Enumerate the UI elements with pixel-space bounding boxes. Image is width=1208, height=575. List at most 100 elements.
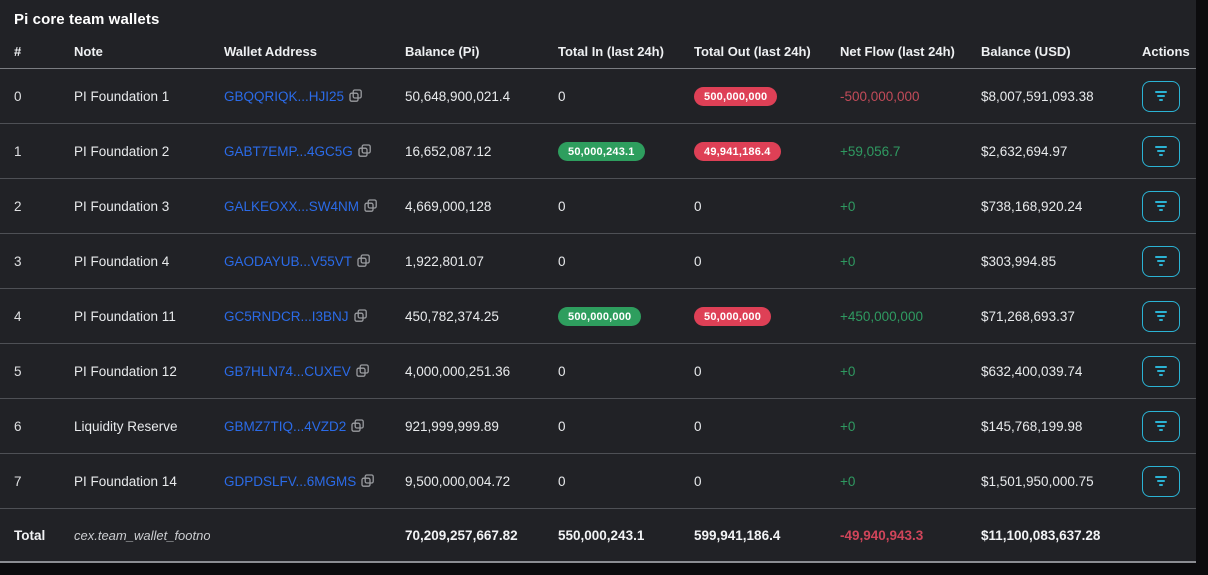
cell-net-flow: +0: [826, 399, 967, 454]
cell-actions: [1128, 124, 1196, 179]
col-header-total-in: Total In (last 24h): [544, 34, 680, 69]
copy-icon[interactable]: [361, 474, 375, 488]
net-flow-value: +0: [840, 254, 855, 269]
filter-action-button[interactable]: [1142, 356, 1180, 387]
wallet-address-link[interactable]: GBMZ7TIQ...4VZD2: [224, 419, 346, 434]
cell-index: 0: [0, 69, 60, 124]
filter-action-button[interactable]: [1142, 81, 1180, 112]
cell-index: 4: [0, 289, 60, 344]
total-balance-pi: 70,209,257,667.82: [391, 509, 544, 562]
cell-wallet-address: GDPDSLFV...6MGMS: [210, 454, 391, 509]
cell-balance-usd: $1,501,950,000.75: [967, 454, 1128, 509]
filter-lines-icon: [1155, 146, 1167, 148]
cell-wallet-address: GBQQRIQK...HJI25: [210, 69, 391, 124]
filter-action-button[interactable]: [1142, 301, 1180, 332]
cell-balance-pi: 450,782,374.25: [391, 289, 544, 344]
cell-wallet-address: GBMZ7TIQ...4VZD2: [210, 399, 391, 454]
total-out-value: 0: [694, 364, 702, 379]
cell-total-out: 0: [680, 179, 826, 234]
cell-note: PI Foundation 14: [60, 454, 210, 509]
total-in-value: 0: [558, 89, 566, 104]
col-header-balance-usd: Balance (USD): [967, 34, 1128, 69]
cell-balance-usd: $145,768,199.98: [967, 399, 1128, 454]
total-net-flow: -49,940,943.3: [826, 509, 967, 562]
filter-lines-icon: [1155, 201, 1167, 203]
cell-index: 6: [0, 399, 60, 454]
cell-total-out: 0: [680, 399, 826, 454]
wallet-address-link[interactable]: GABT7EMP...4GC5G: [224, 144, 353, 159]
cell-balance-pi: 4,000,000,251.36: [391, 344, 544, 399]
wallet-address-link[interactable]: GBQQRIQK...HJI25: [224, 89, 344, 104]
total-out-badge: 500,000,000: [694, 87, 777, 106]
copy-icon[interactable]: [351, 419, 365, 433]
cell-actions: [1128, 234, 1196, 289]
cell-note: PI Foundation 11: [60, 289, 210, 344]
table-row: 5 PI Foundation 12 GB7HLN74...CUXEV 4,00…: [0, 344, 1196, 399]
cell-net-flow: +450,000,000: [826, 289, 967, 344]
filter-action-button[interactable]: [1142, 246, 1180, 277]
cell-wallet-address: GC5RNDCR...I3BNJ: [210, 289, 391, 344]
cell-balance-pi: 1,922,801.07: [391, 234, 544, 289]
copy-icon[interactable]: [356, 364, 370, 378]
cell-net-flow: -500,000,000: [826, 69, 967, 124]
copy-icon[interactable]: [358, 144, 372, 158]
filter-action-button[interactable]: [1142, 136, 1180, 167]
cell-balance-usd: $738,168,920.24: [967, 179, 1128, 234]
copy-icon[interactable]: [354, 309, 368, 323]
total-out-value: 0: [694, 254, 702, 269]
cell-balance-pi: 4,669,000,128: [391, 179, 544, 234]
total-out-value: 0: [694, 474, 702, 489]
filter-lines-icon: [1155, 91, 1167, 93]
team-wallets-panel: Pi core team wallets # Note Wallet Addre…: [0, 0, 1196, 563]
cell-note: PI Foundation 12: [60, 344, 210, 399]
net-flow-value: +0: [840, 474, 855, 489]
cell-index: 7: [0, 454, 60, 509]
filter-lines-icon: [1155, 366, 1167, 368]
filter-action-button[interactable]: [1142, 466, 1180, 497]
cell-balance-usd: $71,268,693.37: [967, 289, 1128, 344]
cell-balance-pi: 9,500,000,004.72: [391, 454, 544, 509]
copy-icon[interactable]: [364, 199, 378, 213]
cell-wallet-address: GALKEOXX...SW4NM: [210, 179, 391, 234]
cell-note: Liquidity Reserve: [60, 399, 210, 454]
total-balance-usd: $11,100,083,637.28: [967, 509, 1128, 562]
col-header-index: #: [0, 34, 60, 69]
total-out: 599,941,186.4: [680, 509, 826, 562]
table-row: 6 Liquidity Reserve GBMZ7TIQ...4VZD2 921…: [0, 399, 1196, 454]
filter-lines-icon: [1155, 476, 1167, 478]
wallet-address-link[interactable]: GC5RNDCR...I3BNJ: [224, 309, 349, 324]
cell-net-flow: +0: [826, 344, 967, 399]
table-row: 0 PI Foundation 1 GBQQRIQK...HJI25 50,64…: [0, 69, 1196, 124]
cell-wallet-address: GABT7EMP...4GC5G: [210, 124, 391, 179]
wallet-address-link[interactable]: GDPDSLFV...6MGMS: [224, 474, 356, 489]
table-row: 3 PI Foundation 4 GAODAYUB...V55VT 1,922…: [0, 234, 1196, 289]
cell-wallet-address: GB7HLN74...CUXEV: [210, 344, 391, 399]
total-in-value: 0: [558, 199, 566, 214]
wallet-address-link[interactable]: GALKEOXX...SW4NM: [224, 199, 359, 214]
cell-note: PI Foundation 4: [60, 234, 210, 289]
net-flow-value: +0: [840, 364, 855, 379]
cell-wallet-address: GAODAYUB...V55VT: [210, 234, 391, 289]
wallets-table: # Note Wallet Address Balance (Pi) Total…: [0, 34, 1196, 561]
cell-net-flow: +59,056.7: [826, 124, 967, 179]
cell-note: PI Foundation 2: [60, 124, 210, 179]
total-label: Total: [0, 509, 60, 562]
total-wallet-address-spacer: [210, 509, 391, 562]
filter-action-button[interactable]: [1142, 411, 1180, 442]
col-header-net-flow: Net Flow (last 24h): [826, 34, 967, 69]
cell-total-out: 0: [680, 234, 826, 289]
cell-total-in: 0: [544, 234, 680, 289]
copy-icon[interactable]: [357, 254, 371, 268]
copy-icon[interactable]: [349, 89, 363, 103]
page-title: Pi core team wallets: [0, 0, 1196, 34]
col-header-total-out: Total Out (last 24h): [680, 34, 826, 69]
col-header-actions: Actions: [1128, 34, 1196, 69]
filter-action-button[interactable]: [1142, 191, 1180, 222]
table-row: 7 PI Foundation 14 GDPDSLFV...6MGMS 9,50…: [0, 454, 1196, 509]
col-header-wallet-address: Wallet Address: [210, 34, 391, 69]
cell-total-in: 500,000,000: [544, 289, 680, 344]
cell-actions: [1128, 399, 1196, 454]
cell-total-out: 0: [680, 344, 826, 399]
wallet-address-link[interactable]: GB7HLN74...CUXEV: [224, 364, 351, 379]
wallet-address-link[interactable]: GAODAYUB...V55VT: [224, 254, 352, 269]
